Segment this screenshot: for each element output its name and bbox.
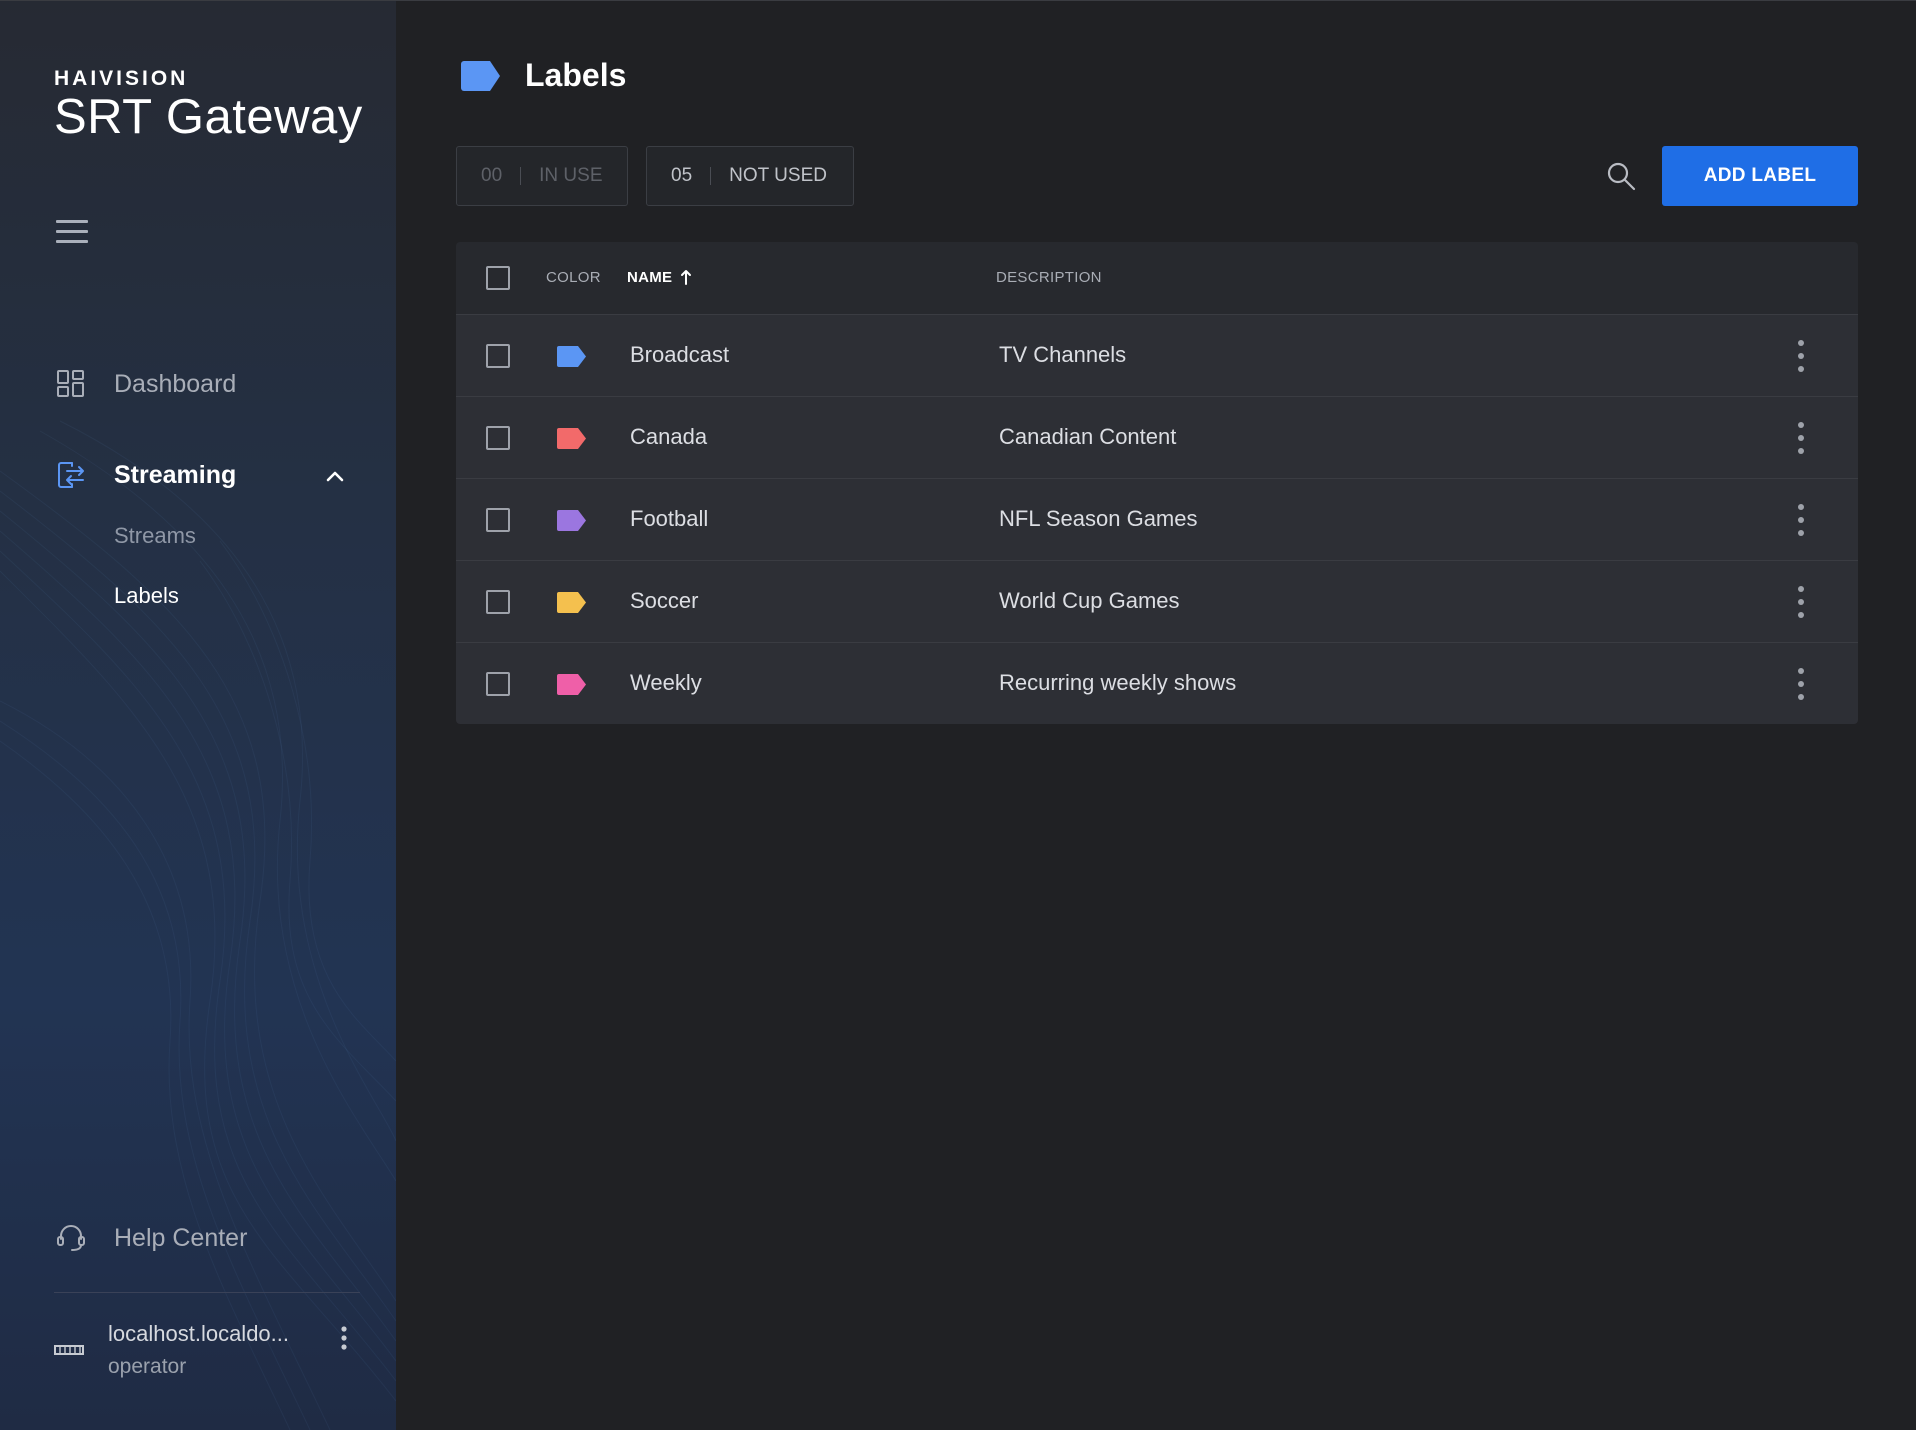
row-actions-menu-icon[interactable] — [1791, 666, 1811, 702]
sidebar-divider — [54, 1292, 360, 1293]
label-name: Canada — [630, 424, 708, 449]
table-row[interactable]: Weekly Recurring weekly shows — [456, 642, 1858, 724]
row-checkbox[interactable] — [486, 508, 510, 532]
page-title: Labels — [525, 57, 627, 93]
label-name: Broadcast — [630, 342, 730, 367]
select-all-checkbox[interactable] — [486, 266, 510, 290]
table-row[interactable]: Soccer World Cup Games — [456, 560, 1858, 642]
table-header: COLOR NAME DESCRIPTION — [456, 242, 1858, 314]
row-actions-menu-icon[interactable] — [1791, 338, 1811, 374]
label-description: TV Channels — [999, 342, 1127, 367]
sidebar-background-waves — [0, 420, 396, 1430]
table-body: Broadcast TV Channels Canada Canadian Co… — [456, 314, 1858, 724]
label-description: NFL Season Games — [999, 506, 1198, 531]
sidebar-item-dashboard[interactable]: Dashboard — [56, 369, 236, 399]
label-name: Weekly — [630, 670, 702, 695]
label-tag-icon — [461, 60, 500, 91]
label-color-tag-icon — [557, 592, 586, 613]
sidebar-item-streaming[interactable]: Streaming — [56, 460, 346, 490]
page-header: Labels — [460, 57, 626, 94]
sidebar: HAIVISION SRT Gateway Dashboard Streamin… — [0, 1, 396, 1430]
in-use-label: IN USE — [539, 165, 603, 186]
label-description: World Cup Games — [999, 588, 1180, 613]
filter-in-use[interactable]: 00 IN USE — [456, 146, 628, 206]
brand-product: SRT Gateway — [54, 90, 363, 144]
label-name: Soccer — [630, 588, 699, 613]
row-actions-menu-icon[interactable] — [1791, 584, 1811, 620]
filter-not-used[interactable]: 05 NOT USED — [646, 146, 854, 206]
column-header-name-label: NAME — [627, 269, 673, 286]
label-color-tag-icon — [557, 428, 586, 449]
label-color-tag-icon — [557, 510, 586, 531]
hamburger-icon[interactable] — [56, 220, 88, 246]
column-header-color: COLOR — [546, 269, 601, 286]
main-content: Labels 00 IN USE 05 NOT USED ADD LABEL C… — [396, 1, 1916, 1430]
label-name: Football — [630, 506, 709, 531]
brand-company: HAIVISION — [54, 67, 189, 90]
search-icon[interactable] — [1606, 161, 1636, 191]
row-checkbox[interactable] — [486, 344, 510, 368]
not-used-label: NOT USED — [729, 165, 827, 186]
label-color-tag-icon — [557, 346, 586, 367]
row-checkbox[interactable] — [486, 426, 510, 450]
column-header-description: DESCRIPTION — [996, 269, 1102, 286]
row-actions-menu-icon[interactable] — [1791, 502, 1811, 538]
in-use-count: 00 — [481, 165, 503, 186]
divider — [710, 167, 712, 185]
sidebar-item-label: Help Center — [114, 1223, 248, 1252]
sidebar-item-help-center[interactable]: Help Center — [56, 1223, 247, 1253]
app-window: HAIVISION SRT Gateway Dashboard Streamin… — [0, 0, 1916, 1430]
label-color-tag-icon — [557, 674, 586, 695]
divider — [520, 167, 522, 185]
sidebar-subitem-labels[interactable]: Labels — [114, 583, 179, 609]
table-row[interactable]: Football NFL Season Games — [456, 478, 1858, 560]
sidebar-item-label: Dashboard — [114, 369, 237, 398]
table-row[interactable]: Canada Canadian Content — [456, 396, 1858, 478]
not-used-count: 05 — [671, 165, 693, 186]
headset-icon — [57, 1225, 85, 1251]
sidebar-item-label: Streaming — [114, 460, 237, 489]
table-row[interactable]: Broadcast TV Channels — [456, 314, 1858, 396]
dashboard-grid-icon — [57, 370, 84, 397]
host-menu-icon[interactable] — [334, 1325, 354, 1351]
add-label-button[interactable]: ADD LABEL — [1662, 146, 1858, 206]
labels-table: COLOR NAME DESCRIPTION Broadcast TV Chan… — [456, 242, 1858, 724]
brand-logo: HAIVISION SRT Gateway — [54, 67, 363, 145]
row-checkbox[interactable] — [486, 590, 510, 614]
row-actions-menu-icon[interactable] — [1791, 420, 1811, 456]
column-header-name[interactable]: NAME — [627, 269, 692, 286]
host-role: operator — [108, 1355, 187, 1378]
sidebar-subitem-streams[interactable]: Streams — [114, 523, 196, 549]
label-description: Recurring weekly shows — [999, 670, 1237, 695]
chevron-up-icon[interactable] — [324, 466, 346, 486]
sort-ascending-icon — [681, 270, 692, 285]
server-icon — [54, 1345, 84, 1355]
label-description: Canadian Content — [999, 424, 1177, 449]
host-name: localhost.localdo... — [108, 1321, 289, 1346]
streaming-transfer-icon — [58, 462, 84, 488]
row-checkbox[interactable] — [486, 672, 510, 696]
